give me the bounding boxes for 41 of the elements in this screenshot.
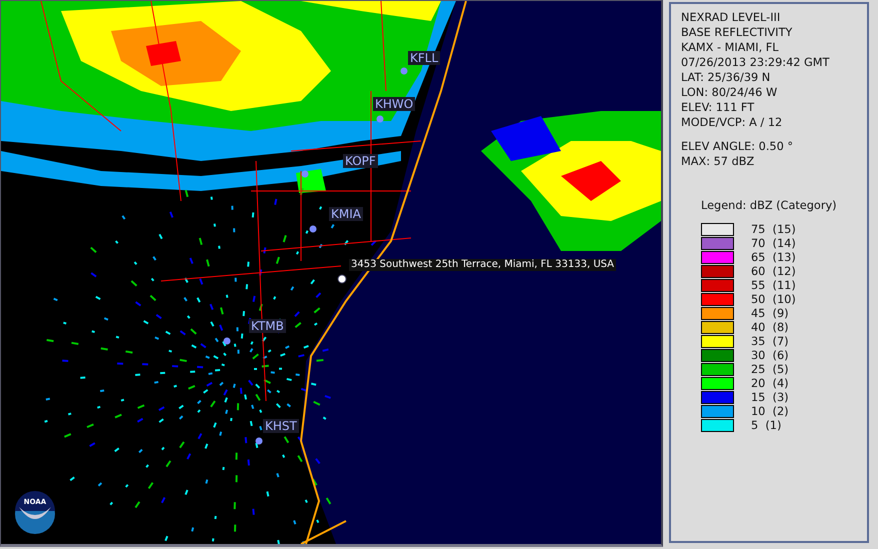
info-line: ELEV ANGLE: 0.50 ° (681, 139, 794, 154)
legend-label: 45 (9) (751, 306, 789, 320)
station-marker-icon (310, 226, 316, 232)
legend-label: 75 (15) (751, 222, 796, 236)
legend-label: 25 (5) (751, 362, 789, 376)
station-marker-icon (400, 68, 408, 74)
station-marker-icon (256, 438, 262, 444)
station-label: KMIA (329, 207, 363, 221)
station-label: KHST (263, 419, 299, 433)
legend-label: 40 (8) (751, 320, 789, 334)
info-line: LAT: 25/36/39 N (681, 70, 772, 85)
legend-label: 35 (7) (751, 334, 789, 348)
legend-title: Legend: dBZ (Category) (701, 199, 838, 212)
info-line: BASE REFLECTIVITY (681, 25, 794, 40)
info-line: 07/26/2013 23:29:42 GMT (681, 55, 830, 70)
noaa-logo-icon (15, 491, 55, 534)
info-line: ELEV: 111 FT (681, 100, 756, 115)
address-label: 3453 Southwest 25th Terrace, Miami, FL 33133, USA (349, 259, 616, 271)
info-line: LON: 80/24/46 W (681, 85, 778, 100)
location-marker-icon (338, 274, 346, 284)
station-label: KTMB (249, 319, 286, 333)
legend-label: 15 (3) (751, 390, 789, 404)
station-label: KOPF (343, 154, 378, 168)
legend-label: 65 (13) (751, 250, 796, 264)
legend-label: 10 (2) (751, 404, 789, 418)
legend-label: 30 (6) (751, 348, 789, 362)
legend-label: 20 (4) (751, 376, 789, 390)
legend-label: 50 (10) (751, 292, 796, 306)
info-line: MAX: 57 dBZ (681, 154, 756, 169)
station-marker-icon (376, 116, 384, 122)
legend-label: 55 (11) (751, 278, 796, 292)
station-label: KHWO (373, 97, 416, 111)
station-marker-icon (224, 338, 230, 344)
legend-label: 70 (14) (751, 236, 796, 250)
legend-label: 5 (1) (751, 418, 782, 432)
station-label: KFLL (408, 51, 440, 65)
info-line: MODE/VCP: A / 12 (681, 115, 784, 130)
info-line: NEXRAD LEVEL-III (681, 10, 782, 25)
legend-label: 60 (12) (751, 264, 796, 278)
info-line: KAMX - MIAMI, FL (681, 40, 780, 55)
station-marker-icon (302, 170, 308, 178)
